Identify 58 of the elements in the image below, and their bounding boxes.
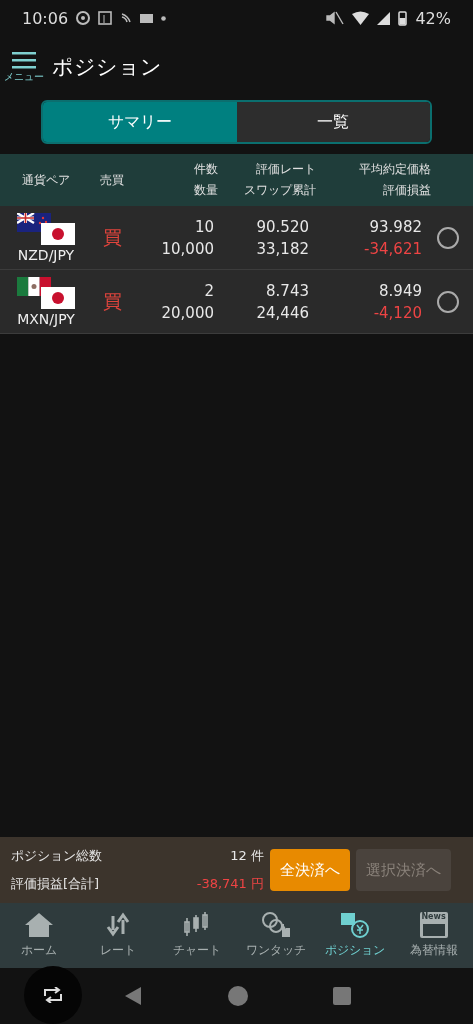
repeat-icon [43, 987, 63, 1003]
table-cell: 10 [194, 217, 214, 236]
column-header: 通貨ペア [22, 171, 70, 189]
nav-item[interactable]: レート [78, 903, 158, 968]
up-down-arrows-icon [106, 912, 131, 938]
table-cell: 10,000 [161, 239, 214, 258]
nav-item[interactable]: チャート [157, 903, 237, 968]
table-cell: -34,621 [364, 239, 422, 258]
table-cell: 90.520 [256, 217, 309, 236]
summary-label: ポジション総数 [11, 847, 102, 865]
currency-flags-icon [17, 276, 75, 309]
trade-side: 買 [101, 224, 123, 250]
column-header: 平均約定価格 [359, 161, 431, 178]
column-header: スワップ累計 [244, 182, 316, 199]
nav-item[interactable]: ポジション [315, 903, 395, 968]
summary-value: 12 件 [230, 847, 264, 865]
newspaper-icon: News [419, 912, 448, 938]
column-header: 件数 [194, 161, 218, 178]
column-header: 評価レート [256, 161, 316, 178]
trade-side: 買 [101, 288, 123, 314]
signal-icon [377, 11, 391, 25]
summary-value: -38,741 円 [196, 875, 264, 893]
table-cell: 2 [204, 281, 214, 300]
mute-icon [326, 11, 345, 25]
table-cell: -4,120 [373, 303, 422, 322]
currency-flags-icon [17, 212, 75, 245]
battery-icon [398, 10, 408, 26]
table-cell: 33,182 [256, 239, 309, 258]
battery-percent: 42% [415, 8, 451, 28]
table-cell: 20,000 [161, 303, 214, 322]
table-cell: 8.743 [266, 281, 309, 300]
nav-item[interactable]: ワンタッチ [236, 903, 316, 968]
radio-button[interactable] [436, 290, 459, 313]
page-title: ポジション [52, 54, 162, 81]
table-cell: 8.949 [379, 281, 422, 300]
recents-icon[interactable] [332, 987, 351, 1005]
table-cell: 93.982 [369, 217, 422, 236]
currency-pair: NZD/JPY [17, 246, 75, 263]
wifi-icon [352, 11, 370, 25]
column-header: 数量 [194, 182, 218, 199]
status-time: 10:06 [22, 8, 69, 28]
column-header: 評価損益 [383, 182, 431, 199]
browser-icon [76, 11, 91, 25]
menu-icon [12, 50, 36, 69]
tab[interactable]: サマリー [43, 102, 237, 142]
currency-pair: MXN/JPY [17, 310, 75, 327]
nav-item[interactable]: ホーム [0, 903, 79, 968]
tab[interactable]: 一覧 [236, 102, 430, 142]
nav-item[interactable]: News 為替情報 [394, 903, 473, 968]
home-icon [24, 912, 55, 938]
dot-icon [161, 15, 167, 21]
signal-wave-icon [120, 12, 133, 24]
home-icon[interactable] [227, 986, 248, 1006]
menu-button[interactable]: メニュー [4, 50, 44, 84]
summary-label: 評価損益[合計] [11, 875, 100, 893]
table-cell: 24,446 [256, 303, 309, 322]
radio-button[interactable] [436, 226, 459, 249]
column-header: 売買 [100, 171, 124, 189]
